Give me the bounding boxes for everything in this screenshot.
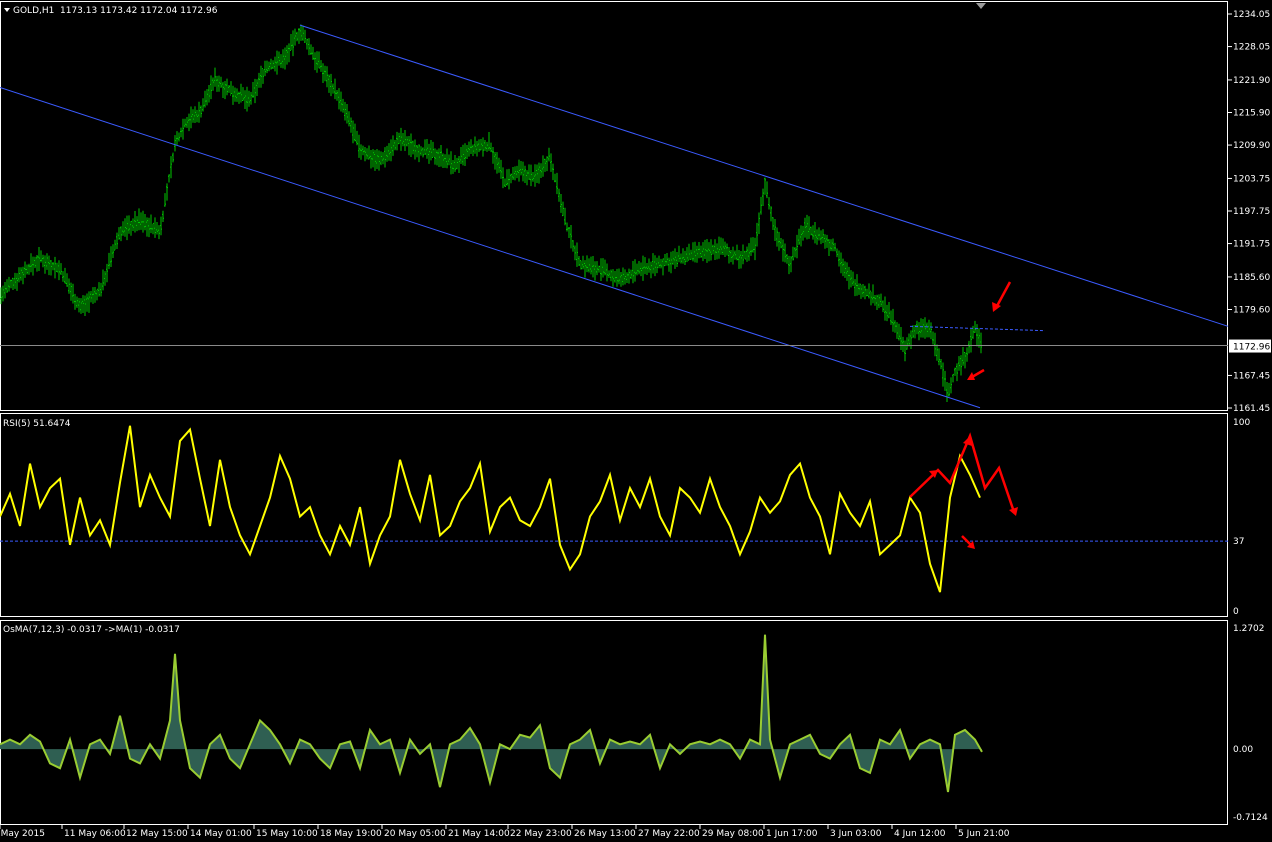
time-tick-label: 1 Jun 17:00: [766, 829, 818, 839]
rsi-title: RSI(5) 51.6474: [3, 419, 71, 429]
osma-tick-label: -0.7124: [1233, 813, 1268, 823]
trading-chart[interactable]: 1234.05 1228.05 1221.90 1215.90 1209.90 1203.…: [0, 0, 1272, 842]
price-tick-label: 1221.90: [1233, 76, 1270, 86]
time-tick-label: 5 Jun 21:00: [958, 829, 1010, 839]
price-tick-label: 1203.75: [1233, 174, 1270, 184]
price-title: GOLD,H1: [13, 6, 54, 16]
ohlc-readout: 1173.13 1173.42 1172.04 1172.96: [60, 6, 218, 16]
price-tick-label: 1179.60: [1233, 306, 1270, 316]
time-tick-label: 12 May 15:00: [126, 829, 188, 839]
current-price-tag: 1172.96: [1229, 339, 1271, 353]
price-tick-label: 1234.05: [1233, 10, 1270, 20]
time-tick-label: 11 May 06:00: [64, 829, 126, 839]
rsi-tick-label: 37: [1233, 537, 1244, 547]
time-tick-label: 27 May 22:00: [638, 829, 700, 839]
time-tick-label: 22 May 23:00: [510, 829, 572, 839]
osma-tick-label: 1.2702: [1233, 624, 1265, 634]
price-tick-label: 1209.90: [1233, 141, 1270, 151]
time-tick-label: 7 May 2015: [0, 829, 45, 839]
time-tick-label: 21 May 14:00: [448, 829, 510, 839]
osma-tick-label: 0.00: [1233, 745, 1253, 755]
time-tick-label: 26 May 13:00: [574, 829, 636, 839]
time-tick-label: 4 Jun 12:00: [894, 829, 946, 839]
time-tick-label: 29 May 08:00: [702, 829, 764, 839]
price-tick-label: 1167.45: [1233, 371, 1270, 381]
time-tick-label: 3 Jun 03:00: [830, 829, 882, 839]
price-tick-label: 1191.75: [1233, 240, 1270, 250]
price-tick-label: 1161.45: [1233, 404, 1270, 414]
time-tick-label: 15 May 10:00: [256, 829, 318, 839]
price-tick-label: 1197.75: [1233, 207, 1270, 217]
price-tick-label: 1185.60: [1233, 273, 1270, 283]
osma-title: OsMA(7,12,3) -0.0317 ->MA(1) -0.0317: [3, 625, 180, 635]
current-price-label: 1172.96: [1233, 343, 1270, 353]
rsi-tick-label: 0: [1233, 607, 1239, 617]
price-tick-label: 1228.05: [1233, 43, 1270, 53]
price-tick-label: 1215.90: [1233, 109, 1270, 119]
time-tick-label: 14 May 01:00: [190, 829, 252, 839]
time-tick-label: 20 May 05:00: [384, 829, 446, 839]
time-tick-label: 18 May 19:00: [320, 829, 382, 839]
rsi-tick-label: 100: [1233, 418, 1250, 428]
